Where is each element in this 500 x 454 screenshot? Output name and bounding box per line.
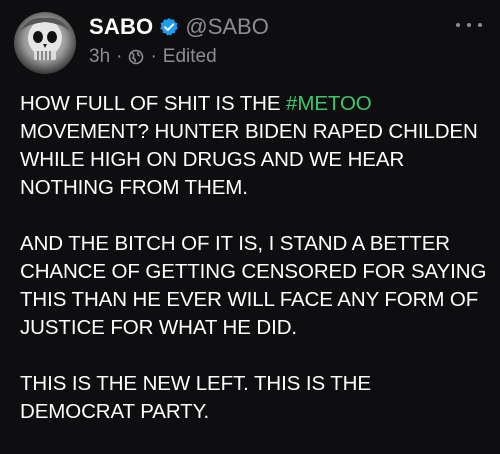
meta-row: 3h · · Edited: [89, 44, 480, 70]
more-options-button[interactable]: [456, 20, 482, 30]
hashtag-link[interactable]: #METOO: [286, 92, 372, 115]
post-text-1b: MOVEMENT? HUNTER BIDEN RAPED CHILDEN WHI…: [20, 120, 478, 199]
timestamp[interactable]: 3h: [89, 46, 110, 68]
post-header: SABO @SABO 3h · · Edited: [89, 13, 480, 70]
skull-avatar-icon: [20, 17, 70, 60]
name-row: SABO @SABO: [89, 13, 480, 41]
post-paragraph-1: HOW FULL OF SHIT IS THE #METOO MOVEMENT?…: [20, 90, 490, 202]
more-dots-icon: [467, 23, 471, 27]
handle[interactable]: @SABO: [185, 14, 268, 40]
post-body: HOW FULL OF SHIT IS THE #METOO MOVEMENT?…: [20, 90, 490, 454]
verified-badge-icon: [159, 17, 179, 37]
globe-icon: [128, 49, 144, 65]
separator: ·: [150, 46, 157, 67]
edited-label[interactable]: Edited: [163, 46, 217, 68]
post-paragraph-2: AND THE BITCH OF IT IS, I STAND A BETTER…: [20, 232, 487, 339]
separator: ·: [116, 46, 123, 67]
more-dots-icon: [456, 23, 460, 27]
post-paragraph-3: THIS IS THE NEW LEFT. THIS IS THE DEMOCR…: [20, 372, 371, 423]
post-text-1a: HOW FULL OF SHIT IS THE: [20, 92, 287, 115]
display-name[interactable]: SABO: [89, 14, 153, 40]
avatar[interactable]: [14, 12, 76, 74]
post-card: SABO @SABO 3h · · Edited HOW FULL OF SHI…: [0, 0, 500, 442]
more-dots-icon: [478, 23, 482, 27]
